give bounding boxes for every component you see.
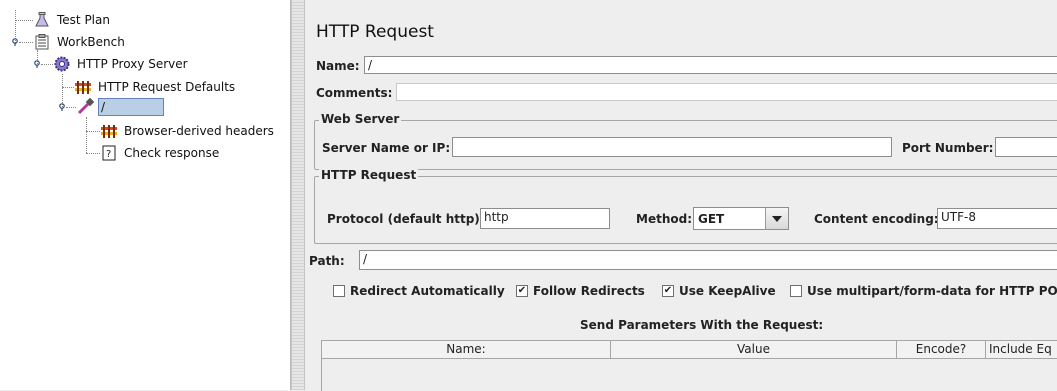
pane-splitter[interactable] bbox=[291, 0, 305, 390]
checkbox-label: Use multipart/form-data for HTTP POS bbox=[807, 284, 1057, 298]
redirect-automatically-checkbox[interactable]: Redirect Automatically bbox=[333, 284, 505, 298]
tree-item-test-plan[interactable]: Test Plan bbox=[33, 11, 112, 29]
column-header-include-equals[interactable]: Include Eq bbox=[986, 341, 1057, 359]
tree-item-http-proxy-server[interactable]: HTTP Proxy Server bbox=[53, 55, 190, 73]
column-header-encode[interactable]: Encode? bbox=[897, 341, 986, 359]
params-heading: Send Parameters With the Request: bbox=[580, 318, 824, 332]
tree-item-label: Test Plan bbox=[57, 13, 110, 27]
tree-item-label: HTTP Proxy Server bbox=[77, 57, 188, 71]
checkbox-label: Use KeepAlive bbox=[679, 284, 776, 298]
tree-item-workbench[interactable]: WorkBench bbox=[33, 33, 127, 51]
path-label: Path: bbox=[309, 254, 345, 268]
name-field[interactable]: / bbox=[364, 56, 1057, 74]
chevron-down-icon[interactable] bbox=[765, 208, 788, 229]
clipboard-icon bbox=[33, 33, 51, 51]
port-number-field[interactable] bbox=[995, 137, 1057, 157]
comments-label: Comments: bbox=[316, 86, 393, 100]
pipette-icon bbox=[76, 98, 94, 116]
test-plan-tree[interactable]: Test Plan WorkBench HTTP Proxy Server HT… bbox=[0, 0, 291, 390]
check-icon: ✔ bbox=[516, 285, 528, 297]
panel-title: HTTP Request bbox=[316, 22, 434, 42]
checkbox-box bbox=[790, 285, 802, 297]
hammer-icon bbox=[100, 122, 118, 140]
name-label: Name: bbox=[316, 59, 360, 73]
tree-item-http-request-defaults[interactable]: HTTP Request Defaults bbox=[74, 78, 237, 96]
protocol-label: Protocol (default http): bbox=[327, 212, 485, 226]
web-server-legend: Web Server bbox=[319, 112, 402, 126]
follow-redirects-checkbox[interactable]: ✔ Follow Redirects bbox=[516, 284, 645, 298]
comments-field[interactable] bbox=[396, 83, 1057, 101]
tree-item-label: / bbox=[98, 98, 164, 116]
column-header-name[interactable]: Name: bbox=[322, 341, 611, 359]
tree-item-browser-derived-headers[interactable]: Browser-derived headers bbox=[100, 122, 276, 140]
svg-text:?: ? bbox=[106, 149, 111, 160]
protocol-field[interactable]: http bbox=[480, 208, 610, 229]
method-select[interactable]: GET bbox=[693, 207, 789, 230]
use-keepalive-checkbox[interactable]: ✔ Use KeepAlive bbox=[662, 284, 776, 298]
tree-item-label: HTTP Request Defaults bbox=[98, 80, 236, 94]
tree-item-sampler-root[interactable]: / bbox=[76, 98, 164, 116]
tree-item-label: Check response bbox=[124, 146, 220, 160]
params-table[interactable]: Name: Value Encode? Include Eq bbox=[321, 340, 1057, 391]
port-number-label: Port Number: bbox=[902, 141, 994, 155]
server-name-field[interactable] bbox=[452, 137, 892, 157]
checkbox-label: Follow Redirects bbox=[533, 284, 645, 298]
gear-icon bbox=[53, 55, 71, 73]
content-encoding-label: Content encoding: bbox=[814, 212, 939, 226]
tree-item-label: Browser-derived headers bbox=[124, 124, 274, 138]
path-field[interactable]: / bbox=[359, 250, 1057, 270]
collapse-handle-icon[interactable] bbox=[58, 103, 66, 111]
collapse-handle-icon[interactable] bbox=[33, 60, 41, 68]
method-label: Method: bbox=[636, 212, 692, 226]
tree-item-check-response[interactable]: ? Check response bbox=[100, 144, 221, 162]
server-name-label: Server Name or IP: bbox=[322, 141, 451, 155]
content-encoding-field[interactable]: UTF-8 bbox=[937, 208, 1057, 229]
http-request-panel: HTTP Request Name: / Comments: Web Serve… bbox=[309, 0, 1057, 391]
tree-item-label: WorkBench bbox=[57, 35, 125, 49]
checkbox-box bbox=[333, 285, 345, 297]
question-icon: ? bbox=[100, 144, 118, 162]
http-request-legend: HTTP Request bbox=[319, 168, 419, 182]
checkbox-label: Redirect Automatically bbox=[350, 284, 505, 298]
collapse-handle-icon[interactable] bbox=[11, 38, 19, 46]
method-select-value: GET bbox=[698, 211, 725, 226]
flask-icon bbox=[33, 11, 51, 29]
column-header-value[interactable]: Value bbox=[611, 341, 897, 359]
check-icon: ✔ bbox=[662, 285, 674, 297]
hammer-icon bbox=[74, 78, 92, 96]
use-multipart-checkbox[interactable]: Use multipart/form-data for HTTP POS bbox=[790, 284, 1057, 298]
